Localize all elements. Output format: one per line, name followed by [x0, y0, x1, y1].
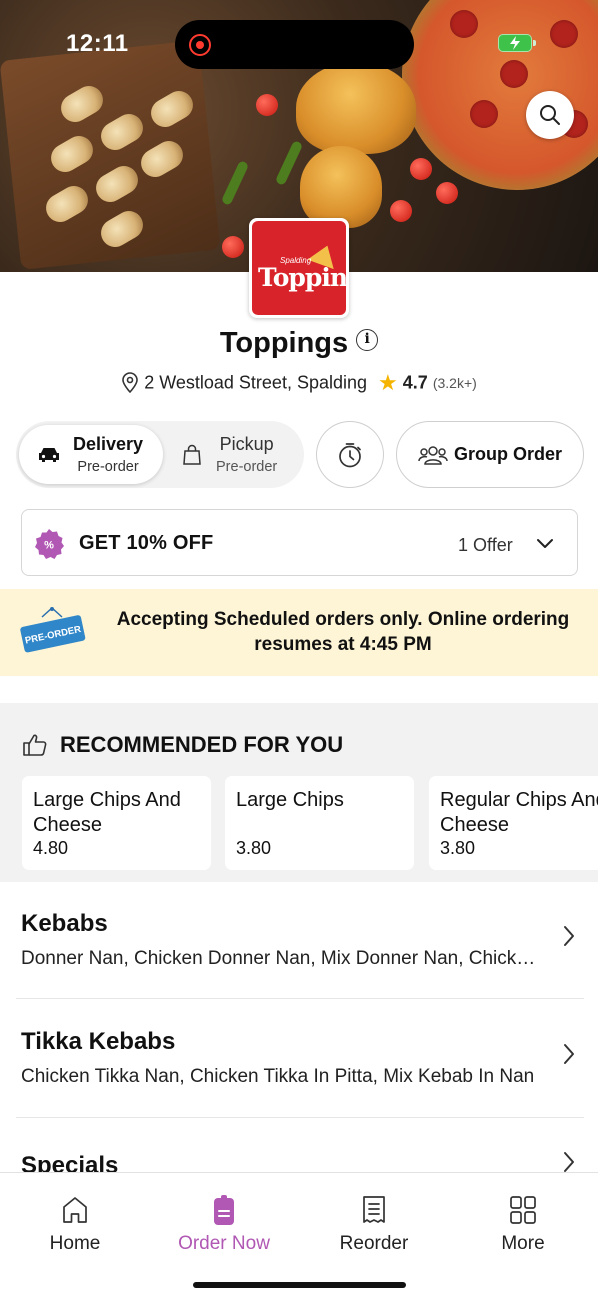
- location-pin-icon: [122, 372, 138, 394]
- tomato: [390, 200, 412, 222]
- chevron-down-icon: [537, 539, 553, 548]
- address-row: 2 Westload Street, Spalding ★ 4.7 (3.2k+…: [0, 370, 598, 396]
- item-price: 3.80: [236, 838, 272, 858]
- recommended-section: RECOMMENDED FOR YOU Large Chips And Chee…: [0, 703, 598, 882]
- tomato: [410, 158, 432, 180]
- divider: [16, 1117, 584, 1118]
- item-name: Large Chips And Cheese: [33, 789, 181, 836]
- group-icon: [418, 445, 448, 465]
- tab-reorder[interactable]: Reorder: [314, 1193, 434, 1255]
- offer-title: GET 10% OFF: [79, 532, 214, 554]
- item-price: 3.80: [440, 838, 476, 858]
- pepperoni: [500, 60, 528, 88]
- preorder-sign-icon: PRE-ORDER: [20, 607, 86, 653]
- recommended-title: RECOMMENDED FOR YOU: [60, 732, 344, 757]
- burger: [300, 146, 382, 228]
- offer-card[interactable]: % GET 10% OFF 1 Offer: [21, 509, 578, 576]
- discount-badge-icon: %: [35, 529, 64, 559]
- pickle: [274, 140, 304, 186]
- thumbs-up-icon: [23, 734, 47, 756]
- delivery-sub: Pre-order: [77, 459, 139, 475]
- tab-label: Reorder: [339, 1233, 409, 1254]
- recommended-card[interactable]: Regular Chips And Cheese 3.80: [429, 776, 598, 870]
- tomato: [222, 236, 244, 258]
- dynamic-island: [175, 20, 414, 69]
- category-title: Tikka Kebabs: [21, 1028, 176, 1055]
- group-order-label: Group Order: [453, 444, 562, 464]
- store-name: Toppings: [219, 326, 349, 359]
- star-icon: ★: [378, 370, 398, 395]
- divider: [16, 998, 584, 999]
- store-name-row: Toppings i: [0, 326, 598, 360]
- tab-order-now[interactable]: Order Now: [164, 1193, 284, 1255]
- tomato: [256, 94, 278, 116]
- recommended-card[interactable]: Large Chips And Cheese 4.80: [22, 776, 211, 870]
- recommended-card[interactable]: Large Chips 3.80: [225, 776, 414, 870]
- logo-main-text: Toppings: [258, 263, 346, 292]
- category-row-kebabs[interactable]: Kebabs Donner Nan, Chicken Donner Nan, M…: [0, 882, 598, 1000]
- preorder-banner: PRE-ORDER Accepting Scheduled orders onl…: [0, 589, 598, 676]
- battery-icon: [498, 34, 536, 52]
- chevron-right-icon: [564, 1044, 574, 1064]
- category-row-tikka-kebabs[interactable]: Tikka Kebabs Chicken Tikka Nan, Chicken …: [0, 1000, 598, 1118]
- delivery-label: Delivery: [73, 434, 144, 454]
- home-indicator: [193, 1282, 406, 1288]
- store-address: 2 Westload Street, Spalding: [144, 372, 368, 393]
- recording-icon: [189, 34, 211, 56]
- rating-value: 4.7: [402, 372, 428, 393]
- category-description: Donner Nan, Chicken Donner Nan, Mix Donn…: [21, 948, 536, 969]
- pickup-option[interactable]: Pickup Pre-order: [170, 425, 302, 484]
- delivery-option[interactable]: Delivery Pre-order: [19, 425, 163, 484]
- car-icon: [39, 447, 59, 462]
- info-icon[interactable]: i: [356, 329, 379, 352]
- pickup-label: Pickup: [219, 434, 274, 454]
- pepperoni: [470, 100, 498, 128]
- category-description: Chicken Tikka Nan, Chicken Tikka In Pitt…: [21, 1066, 535, 1087]
- category-title: Kebabs: [21, 910, 108, 937]
- recommended-header: RECOMMENDED FOR YOU: [22, 732, 343, 758]
- svg-text:%: %: [44, 540, 54, 552]
- tab-label: More: [501, 1233, 545, 1254]
- store-logo: Spalding Toppings: [249, 218, 349, 318]
- offer-count: 1 Offer: [458, 535, 513, 555]
- order-mode-toggle: Delivery Pre-order Pickup Pre-order: [16, 421, 304, 488]
- tomato: [436, 182, 458, 204]
- pickle: [220, 160, 250, 206]
- chevron-right-icon: [564, 1152, 574, 1172]
- review-count: (3.2k+): [432, 375, 477, 391]
- status-time: 12:11: [66, 30, 129, 57]
- schedule-button[interactable]: [316, 421, 384, 488]
- receipt-icon: [363, 1196, 385, 1223]
- tab-home[interactable]: Home: [15, 1193, 135, 1255]
- item-price: 4.80: [33, 838, 69, 858]
- tab-label: Home: [49, 1233, 101, 1254]
- pepperoni: [450, 10, 478, 38]
- order-icon: [214, 1195, 234, 1225]
- pickup-sub: Pre-order: [216, 459, 278, 475]
- burger: [296, 62, 416, 154]
- group-order-button[interactable]: Group Order: [396, 421, 584, 488]
- home-icon: [63, 1197, 87, 1223]
- search-icon: [540, 105, 560, 125]
- banner-message: Accepting Scheduled orders only. Online …: [116, 609, 570, 655]
- tab-label: Order Now: [178, 1233, 270, 1254]
- pepperoni: [550, 20, 578, 48]
- chevron-right-icon: [564, 926, 574, 946]
- timer-icon: [339, 442, 361, 467]
- search-button[interactable]: [526, 91, 574, 139]
- item-name: Large Chips: [236, 789, 344, 811]
- item-name: Regular Chips And Cheese: [440, 789, 598, 836]
- grid-icon: [510, 1196, 536, 1224]
- shopping-bag-icon: [183, 444, 201, 465]
- tab-more[interactable]: More: [463, 1193, 583, 1255]
- bottom-tab-bar: Home Order Now Reorder More: [0, 1172, 598, 1300]
